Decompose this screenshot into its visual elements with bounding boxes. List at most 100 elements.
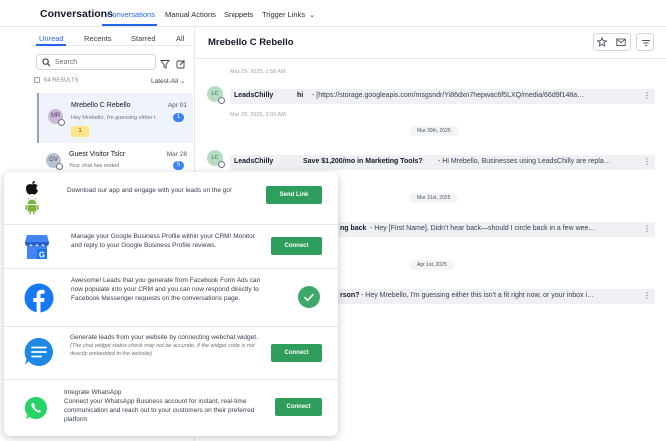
sort-label: Latest-All bbox=[151, 78, 179, 85]
conversation-item[interactable]: MR Mrebello C Rebello Apr 01 Hey Mrebell… bbox=[37, 93, 193, 143]
avatar-initials: GV bbox=[49, 157, 58, 163]
tab-starred[interactable]: Starred bbox=[131, 34, 156, 43]
conversation-date: Apr 01 bbox=[167, 102, 187, 109]
date-separator: Mar 31st, 2025 bbox=[409, 193, 459, 203]
message-row[interactable]: LeadsChilly hi - [https://storage.google… bbox=[230, 89, 655, 104]
message-subject: rson? bbox=[340, 292, 360, 299]
message-text: - Hey Mrebello, I'm guessing either this… bbox=[361, 292, 594, 299]
top-nav: Conversations Conversations Manual Actio… bbox=[0, 0, 666, 27]
connect-whatsapp-button[interactable]: Connect bbox=[275, 398, 322, 416]
integration-description: Generate leads from your website by conn… bbox=[70, 333, 265, 358]
message-timestamp: Mar 29, 2025, 2:00 AM bbox=[230, 112, 286, 118]
envelope-icon bbox=[616, 38, 626, 46]
avatar: MR bbox=[48, 109, 65, 126]
svg-text:G: G bbox=[39, 251, 45, 260]
contact-name: Mrebello C Rebello bbox=[71, 102, 131, 109]
email-button[interactable] bbox=[612, 33, 630, 51]
unread-count-badge: 5 bbox=[173, 161, 184, 170]
sender-avatar: LC bbox=[207, 150, 225, 168]
integration-note: (The chat widget status check may not be… bbox=[70, 343, 255, 357]
message-subject: Save $1,200/mo in Marketing Tools? bbox=[303, 158, 423, 165]
active-subtab-indicator bbox=[36, 44, 66, 46]
connected-check-icon bbox=[298, 286, 320, 308]
channel-badge-icon bbox=[58, 119, 65, 126]
webchat-icon bbox=[24, 337, 53, 366]
tab-trigger-links[interactable]: Trigger Links ⌄ bbox=[262, 10, 315, 19]
tab-manual-actions[interactable]: Manual Actions bbox=[165, 10, 216, 19]
chevron-down-icon: ⌄ bbox=[179, 78, 186, 85]
message-row[interactable]: LeadsChilly Save $1,200/mo in Marketing … bbox=[230, 155, 655, 170]
email-channel-icon bbox=[218, 97, 225, 104]
integrations-card: Download our app and engage with your le… bbox=[4, 172, 338, 436]
integration-description: Manage your Google Business Profile with… bbox=[71, 233, 255, 249]
tab-trigger-links-label: Trigger Links bbox=[262, 10, 306, 19]
avatar: GV bbox=[46, 153, 63, 170]
date-separator: Mar 30th, 2025 bbox=[409, 126, 459, 136]
avatar-initials: LC bbox=[211, 91, 219, 97]
integration-description: Integrate WhatsApp Connect your WhatsApp… bbox=[64, 388, 264, 424]
facebook-icon bbox=[24, 283, 54, 313]
chat-contact-name: Mrebello C Rebello bbox=[208, 37, 294, 48]
filter-menu-button[interactable] bbox=[636, 33, 654, 51]
integration-description-text: Generate leads from your website by conn… bbox=[70, 334, 258, 341]
more-options-icon[interactable]: ⋮ bbox=[643, 291, 651, 300]
tab-all[interactable]: All bbox=[176, 34, 184, 43]
email-channel-icon bbox=[218, 161, 225, 168]
results-label: 54 RESULTS bbox=[44, 77, 79, 84]
avatar-initials: MR bbox=[50, 113, 61, 119]
integration-description: Download our app and engage with your le… bbox=[67, 187, 232, 194]
page-title: Conversations bbox=[40, 8, 113, 20]
sort-select[interactable]: Latest-All ⌄ bbox=[151, 77, 185, 85]
tab-snippets[interactable]: Snippets bbox=[224, 10, 253, 19]
search-icon bbox=[42, 58, 51, 67]
message-timestamp: Mar 29, 2025, 1:58 AM bbox=[230, 69, 286, 75]
more-options-icon[interactable]: ⋮ bbox=[643, 91, 651, 100]
sender-avatar: LC bbox=[207, 86, 225, 104]
filter-lines-icon bbox=[642, 40, 650, 46]
integration-row-whatsapp: Integrate WhatsApp Connect your WhatsApp… bbox=[4, 380, 338, 436]
google-business-icon: G bbox=[25, 235, 49, 260]
message-text: - Hey [First Name], Didn't hear back—sho… bbox=[370, 225, 596, 232]
more-options-icon[interactable]: ⋮ bbox=[643, 157, 651, 166]
send-link-button[interactable]: Send Link bbox=[266, 186, 322, 204]
tag-badge: 1 bbox=[71, 126, 89, 137]
connect-webchat-button[interactable]: Connect bbox=[271, 344, 322, 362]
search-input[interactable] bbox=[55, 57, 175, 68]
channel-badge-icon bbox=[56, 163, 63, 170]
integration-row-google-business: G Manage your Google Business Profile wi… bbox=[4, 225, 338, 269]
star-icon bbox=[597, 37, 607, 47]
chevron-down-icon: ⌄ bbox=[309, 12, 315, 19]
list-tabs: Unread Recents Starred All bbox=[30, 27, 195, 46]
message-preview: Your chat has ended bbox=[69, 163, 120, 169]
chat-header: Mrebello C Rebello bbox=[196, 27, 666, 59]
date-separator: Apr 1st, 2025 bbox=[409, 260, 455, 270]
integration-title: Integrate WhatsApp bbox=[64, 389, 122, 396]
message-preview: Hey Mrebello, I'm guessing either t bbox=[71, 115, 156, 121]
more-options-icon[interactable]: ⋮ bbox=[643, 224, 651, 233]
integration-row-facebook: Awesome! Leads that you generate from Fa… bbox=[4, 269, 338, 327]
contact-name: Guest Visitor Tslcr bbox=[69, 151, 126, 158]
message-sender: LeadsChilly bbox=[234, 158, 274, 165]
compose-icon[interactable] bbox=[176, 59, 186, 69]
conversation-date: Mar 28 bbox=[166, 151, 187, 158]
tab-recents[interactable]: Recents bbox=[84, 34, 112, 43]
tab-conversations[interactable]: Conversations bbox=[107, 10, 155, 19]
integration-row-webchat: Generate leads from your website by conn… bbox=[4, 327, 338, 380]
active-tab-indicator bbox=[102, 24, 157, 26]
avatar-initials: LC bbox=[211, 155, 219, 161]
tab-unread[interactable]: Unread bbox=[39, 34, 64, 43]
results-count: 54 RESULTS bbox=[34, 77, 79, 83]
message-text: - [https://storage.googleapis.com/msgsnd… bbox=[312, 92, 585, 99]
star-button[interactable] bbox=[593, 33, 611, 51]
connect-google-button[interactable]: Connect bbox=[271, 237, 322, 255]
filter-icon[interactable] bbox=[160, 59, 170, 69]
apple-android-icon bbox=[25, 181, 39, 215]
unread-count-badge: 1 bbox=[173, 113, 184, 122]
select-all-checkbox[interactable] bbox=[34, 77, 40, 83]
message-subject: ng back bbox=[340, 225, 367, 232]
integration-description-text: Connect your WhatsApp Business account f… bbox=[64, 398, 255, 423]
integration-description: Awesome! Leads that you generate from Fa… bbox=[71, 277, 261, 302]
message-text: - Hi Mrebello, Businesses using LeadsChi… bbox=[438, 158, 611, 165]
message-sender: LeadsChilly bbox=[234, 92, 274, 99]
search-box[interactable] bbox=[36, 54, 175, 70]
